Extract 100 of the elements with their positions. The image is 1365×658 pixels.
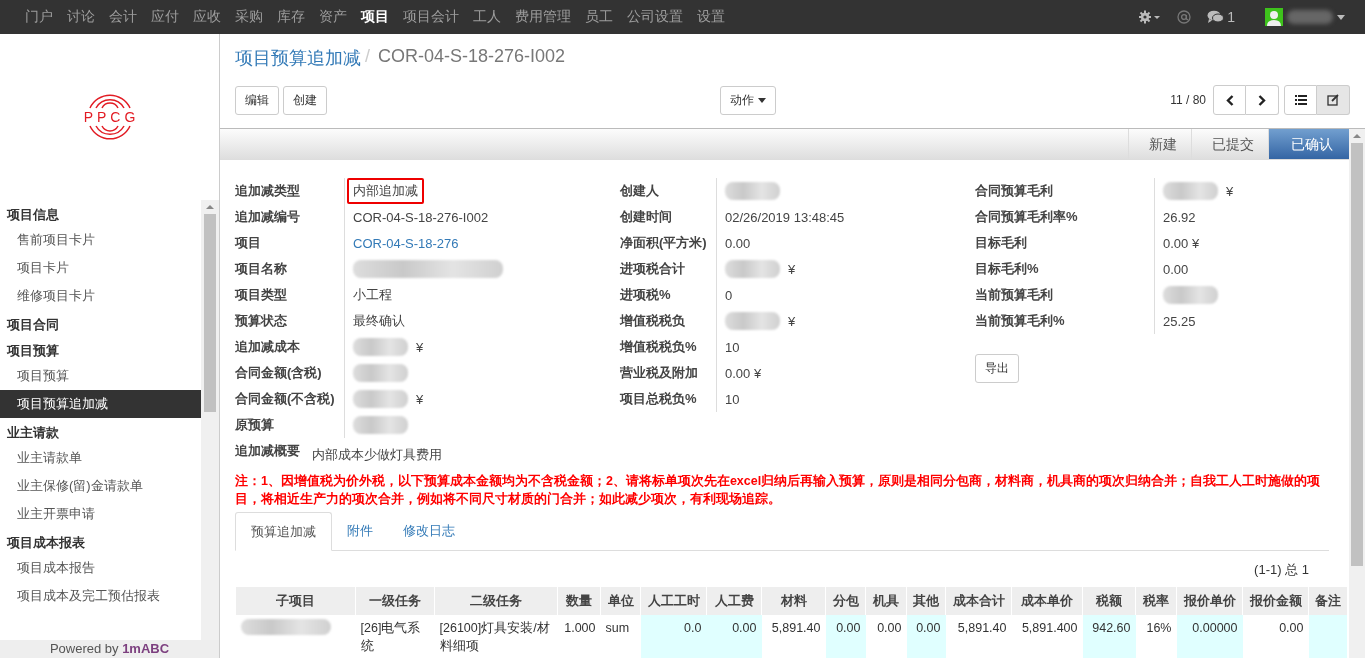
settings-icon[interactable] <box>1139 10 1162 24</box>
field-label: 原预算 <box>235 416 274 434</box>
column-header[interactable]: 税额 <box>1082 587 1136 615</box>
status-step[interactable]: 新建 <box>1128 129 1191 159</box>
toolbar-button[interactable]: 编辑 <box>235 85 279 115</box>
sidebar-item[interactable]: 业主开票申请 <box>0 500 201 528</box>
column-header[interactable]: 材料 <box>761 587 826 615</box>
sidebar-item[interactable]: 项目成本报告 <box>0 554 201 582</box>
nav-link[interactable]: 项目 <box>354 8 396 26</box>
list-icon <box>1294 95 1307 105</box>
column-header[interactable]: 报价单价 <box>1176 587 1243 615</box>
export-button[interactable]: 导出 <box>975 354 1019 383</box>
project-link[interactable]: COR-04-S-18-276 <box>347 231 465 255</box>
field-value: 内部追加减 <box>347 178 424 204</box>
column-header[interactable]: 成本单价 <box>1011 587 1083 615</box>
sidebar-item[interactable]: 项目预算 <box>0 362 201 390</box>
field-label: 项目类型 <box>235 286 287 304</box>
column-header[interactable]: 分包 <box>825 587 866 615</box>
powered-by-text: Powered by 1mABC <box>0 640 219 658</box>
status-step[interactable]: 已确认 <box>1268 129 1349 159</box>
field-value: 内部成本少做灯具费用 <box>311 446 443 464</box>
menu-section-heading[interactable]: 项目成本报表 <box>0 532 201 554</box>
field-label: 目标毛利 <box>975 234 1027 252</box>
sidebar-item[interactable]: 项目卡片 <box>0 254 201 282</box>
notice-text: 注：1、因增值税为价外税，以下预算成本金额均为不含税金额；2、请将标单项次先在excel归纳后再输入预算，原则是相同分包商，材料商，机具商的项次归纳合并；自我工人工时施做的项目，将相近生产力的项次合并，例如将不同尺寸材质的门合并；如此减少项次，有利现场追踪。 <box>235 473 1322 508</box>
sidebar-item[interactable]: 项目成本及完工预估报表 <box>0 582 201 610</box>
tab[interactable]: 修改日志 <box>388 512 470 550</box>
sidebar-item[interactable]: 项目预算追加减 <box>0 390 201 418</box>
nav-link[interactable]: 库存 <box>270 8 312 26</box>
field-label: 追加减概要 <box>235 442 300 460</box>
nav-link[interactable]: 采购 <box>228 8 270 26</box>
scrollbar[interactable] <box>201 200 219 640</box>
breadcrumb-separator: / <box>365 46 370 68</box>
column-header[interactable]: 机具 <box>865 587 907 615</box>
tab[interactable]: 预算追加减 <box>235 512 332 551</box>
nav-link[interactable]: 资产 <box>312 8 354 26</box>
sidebar-item[interactable]: 售前项目卡片 <box>0 226 201 254</box>
column-header[interactable]: 单位 <box>600 587 641 615</box>
field-label: 营业税及附加 <box>620 364 698 382</box>
menu-section-heading[interactable]: 业主请款 <box>0 422 201 444</box>
scrollbar[interactable] <box>1349 129 1365 658</box>
column-header[interactable]: 子项目 <box>235 587 356 615</box>
chat-bubbles-icon <box>1207 10 1225 24</box>
currency-sign: ¥ <box>1225 182 1235 201</box>
nav-link[interactable]: 公司设置 <box>620 8 690 26</box>
toolbar-button[interactable]: 创建 <box>283 85 327 115</box>
currency-sign: ¥ <box>787 260 797 279</box>
redacted-value <box>353 390 408 408</box>
column-header[interactable]: 人工工时 <box>640 587 707 615</box>
nav-link[interactable]: 讨论 <box>60 8 102 26</box>
redacted-value <box>353 338 408 356</box>
column-header[interactable]: 成本合计 <box>945 587 1012 615</box>
table-cell: 5,891.40 <box>761 615 826 658</box>
column-header[interactable]: 一级任务 <box>355 587 435 615</box>
breadcrumb-link[interactable]: 项目预算追加减 <box>235 46 361 70</box>
nav-link[interactable]: 费用管理 <box>508 8 578 26</box>
caret-icon[interactable] <box>1337 14 1345 20</box>
field-value: COR-04-S-18-276-I002 <box>352 208 490 227</box>
redacted-value <box>353 364 408 382</box>
field-value: 02/26/2019 13:48:45 <box>724 208 846 227</box>
field-label: 预算状态 <box>235 312 287 330</box>
field-label: 追加减成本 <box>235 338 300 356</box>
sidebar-item[interactable]: 业主请款单 <box>0 444 201 472</box>
column-header[interactable]: 税率 <box>1135 587 1177 615</box>
menu-section-heading[interactable]: 项目合同 <box>0 314 201 336</box>
menu-section-heading[interactable]: 项目预算 <box>0 340 201 362</box>
column-header[interactable]: 报价金额 <box>1242 587 1309 615</box>
column-header[interactable]: 数量 <box>557 587 601 615</box>
table-cell: 0.00 <box>906 615 946 658</box>
field-value: 小工程 <box>352 286 393 304</box>
form-view-button[interactable] <box>1317 85 1350 115</box>
currency-sign: ¥ <box>415 338 425 357</box>
column-header[interactable]: 其他 <box>906 587 946 615</box>
table-cell: sum <box>600 615 641 658</box>
list-view-button[interactable] <box>1284 85 1317 115</box>
nav-link[interactable]: 会计 <box>102 8 144 26</box>
redacted-value <box>1163 286 1218 304</box>
action-dropdown[interactable]: 动作 <box>720 85 776 115</box>
table-cell: 0.00 <box>825 615 866 658</box>
sidebar-item[interactable]: 维修项目卡片 <box>0 282 201 310</box>
nav-link[interactable]: 应收 <box>186 8 228 26</box>
previous-button[interactable] <box>1213 85 1246 115</box>
nav-link[interactable]: 门户 <box>18 8 60 26</box>
nav-link[interactable]: 员工 <box>578 8 620 26</box>
nav-link[interactable]: 应付 <box>144 8 186 26</box>
menu-section-heading[interactable]: 项目信息 <box>0 204 201 226</box>
next-button[interactable] <box>1246 85 1279 115</box>
tab[interactable]: 附件 <box>332 512 388 550</box>
nav-link[interactable]: 设置 <box>690 8 732 26</box>
redacted-value <box>725 260 780 278</box>
sidebar-item[interactable]: 业主保修(留)金请款单 <box>0 472 201 500</box>
mention-icon[interactable] <box>1177 10 1192 24</box>
column-header[interactable]: 人工费 <box>706 587 762 615</box>
nav-link[interactable]: 工人 <box>466 8 508 26</box>
field-label: 合同金额(含税) <box>235 364 322 382</box>
column-header[interactable]: 备注 <box>1308 587 1347 615</box>
nav-link[interactable]: 项目会计 <box>396 8 466 26</box>
messages-button[interactable]: 1 <box>1207 9 1235 25</box>
column-header[interactable]: 二级任务 <box>434 587 558 615</box>
redacted-value <box>725 182 780 200</box>
